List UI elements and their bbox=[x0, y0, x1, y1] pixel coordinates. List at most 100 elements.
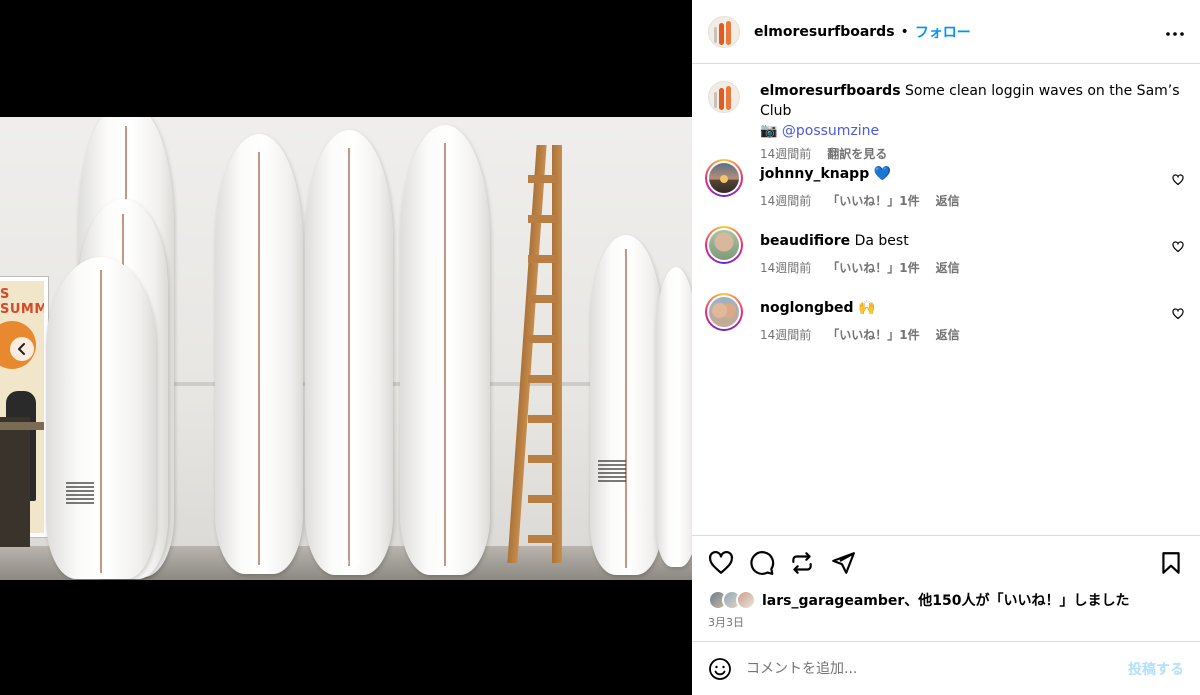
rack-rung bbox=[528, 415, 558, 423]
stringer bbox=[348, 147, 350, 567]
commenter-avatar[interactable] bbox=[705, 226, 743, 264]
separator: • bbox=[900, 23, 909, 40]
carousel-dot bbox=[353, 559, 359, 565]
author-avatar[interactable] bbox=[708, 81, 740, 113]
liker-username[interactable]: lars_garageamber bbox=[762, 593, 904, 609]
send-icon[interactable] bbox=[830, 550, 856, 576]
heart-icon[interactable] bbox=[1172, 308, 1184, 320]
comment-item: johnny_knapp 💙 14週間前 「いいね！」1件 返信 bbox=[705, 159, 1184, 209]
more-options-button[interactable] bbox=[1166, 21, 1184, 42]
comment-text: 💙 bbox=[873, 166, 892, 182]
rack-rung bbox=[528, 175, 558, 183]
carousel-indicator bbox=[333, 559, 359, 565]
commenter-avatar[interactable] bbox=[705, 159, 743, 197]
commenter-avatar[interactable] bbox=[705, 293, 743, 331]
translate-link[interactable]: 翻訳を見る bbox=[827, 145, 887, 162]
comment-username[interactable]: noglongbed bbox=[760, 300, 854, 316]
workbench-top bbox=[0, 422, 44, 430]
surfboard bbox=[656, 267, 692, 567]
comment-item: noglongbed 🙌 14週間前 「いいね！」1件 返信 bbox=[705, 293, 1184, 343]
rack-rung bbox=[528, 335, 558, 343]
caption-body: elmoresurfboards Some clean loggin waves… bbox=[760, 81, 1184, 141]
post-header: elmoresurfboards • フォロー bbox=[692, 0, 1200, 64]
surfboard-rack bbox=[507, 145, 562, 563]
surfboard bbox=[305, 130, 393, 575]
comment-meta: 14週間前 「いいね！」1件 返信 bbox=[760, 192, 1184, 209]
post-photo[interactable]: S SUMMER KALANI ROBB bbox=[0, 117, 692, 580]
surfboard bbox=[215, 134, 303, 574]
board-label bbox=[66, 482, 94, 504]
comment-text: Da best bbox=[854, 233, 909, 249]
more-horizontal-icon bbox=[1166, 32, 1184, 36]
comment-time[interactable]: 14週間前 bbox=[760, 326, 811, 343]
smiley-icon[interactable] bbox=[708, 657, 732, 681]
comment-icon[interactable] bbox=[749, 550, 775, 576]
caption-username[interactable]: elmoresurfboards bbox=[760, 83, 901, 99]
comment-body: johnny_knapp 💙 bbox=[760, 162, 1184, 184]
heart-icon[interactable] bbox=[1172, 241, 1184, 253]
stringer bbox=[444, 143, 446, 566]
rack-rung bbox=[528, 455, 558, 463]
comment-time[interactable]: 14週間前 bbox=[760, 192, 811, 209]
carousel-dot bbox=[333, 559, 339, 565]
liker-avatars[interactable] bbox=[708, 590, 760, 610]
comment-likes-count[interactable]: 「いいね！」1件 bbox=[827, 326, 919, 343]
surfboard bbox=[46, 257, 156, 579]
bookmark-icon[interactable] bbox=[1158, 550, 1184, 576]
comment-meta: 14週間前 「いいね！」1件 返信 bbox=[760, 326, 1184, 343]
reply-button[interactable]: 返信 bbox=[936, 192, 960, 209]
camera-emoji: 📷 bbox=[760, 123, 778, 139]
likes-count-text: 、他150人が「いいね！」しました bbox=[904, 593, 1130, 609]
poster-title: S SUMMER bbox=[0, 287, 48, 317]
follow-button[interactable]: フォロー bbox=[915, 22, 971, 42]
instagram-post-viewer: S SUMMER KALANI ROBB bbox=[0, 0, 1200, 695]
rack-rung bbox=[528, 255, 558, 263]
likes-text[interactable]: lars_garageamber、他150人が「いいね！」しました bbox=[762, 590, 1130, 610]
heart-icon[interactable] bbox=[1172, 174, 1184, 186]
comments-list[interactable]: elmoresurfboards Some clean loggin waves… bbox=[692, 65, 1200, 535]
caption-mention-link[interactable]: @possumzine bbox=[782, 123, 879, 139]
stringer bbox=[258, 151, 260, 566]
rack-rung bbox=[528, 375, 558, 383]
workbench bbox=[0, 417, 30, 547]
caption-meta: 14週間前 翻訳を見る bbox=[760, 145, 1184, 162]
comment-username[interactable]: johnny_knapp bbox=[760, 166, 869, 182]
comment-body: beaudifiore Da best bbox=[760, 229, 1184, 251]
rack-rung bbox=[528, 295, 558, 303]
reply-button[interactable]: 返信 bbox=[936, 326, 960, 343]
caption-time[interactable]: 14週間前 bbox=[760, 145, 811, 162]
comment-likes-count[interactable]: 「いいね！」1件 bbox=[827, 259, 919, 276]
media-pane: S SUMMER KALANI ROBB bbox=[0, 0, 692, 695]
rack-rung bbox=[528, 495, 558, 503]
post-sidebar: elmoresurfboards • フォロー elmoresurfboards… bbox=[692, 0, 1200, 695]
author-username[interactable]: elmoresurfboards bbox=[754, 24, 895, 40]
comment-text: 🙌 bbox=[858, 300, 876, 316]
stringer bbox=[100, 269, 102, 573]
repost-icon[interactable] bbox=[789, 550, 815, 576]
likes-summary: lars_garageamber、他150人が「いいね！」しました bbox=[708, 590, 1130, 610]
comment-input[interactable] bbox=[746, 660, 1116, 677]
comment-item: beaudifiore Da best 14週間前 「いいね！」1件 返信 bbox=[705, 226, 1184, 276]
post-caption: elmoresurfboards Some clean loggin waves… bbox=[708, 81, 1184, 162]
chevron-left-icon bbox=[18, 343, 25, 355]
rack-rung bbox=[528, 535, 558, 543]
comment-username[interactable]: beaudifiore bbox=[760, 233, 850, 249]
stringer bbox=[625, 248, 627, 569]
surfboard bbox=[400, 125, 490, 575]
board-label bbox=[598, 460, 626, 482]
carousel-dot bbox=[343, 559, 349, 565]
author-avatar[interactable] bbox=[708, 15, 740, 48]
post-date[interactable]: 3月3日 bbox=[708, 614, 744, 630]
carousel-prev-button[interactable] bbox=[10, 337, 34, 361]
post-actions bbox=[692, 535, 1200, 595]
surfboard bbox=[590, 235, 662, 575]
heart-icon[interactable] bbox=[708, 550, 734, 576]
comment-composer: 投稿する bbox=[692, 641, 1200, 695]
rack-rung bbox=[528, 215, 558, 223]
post-comment-button[interactable]: 投稿する bbox=[1128, 659, 1184, 679]
comment-likes-count[interactable]: 「いいね！」1件 bbox=[827, 192, 919, 209]
comment-meta: 14週間前 「いいね！」1件 返信 bbox=[760, 259, 1184, 276]
comment-time[interactable]: 14週間前 bbox=[760, 259, 811, 276]
reply-button[interactable]: 返信 bbox=[936, 259, 960, 276]
comment-body: noglongbed 🙌 bbox=[760, 296, 1184, 318]
